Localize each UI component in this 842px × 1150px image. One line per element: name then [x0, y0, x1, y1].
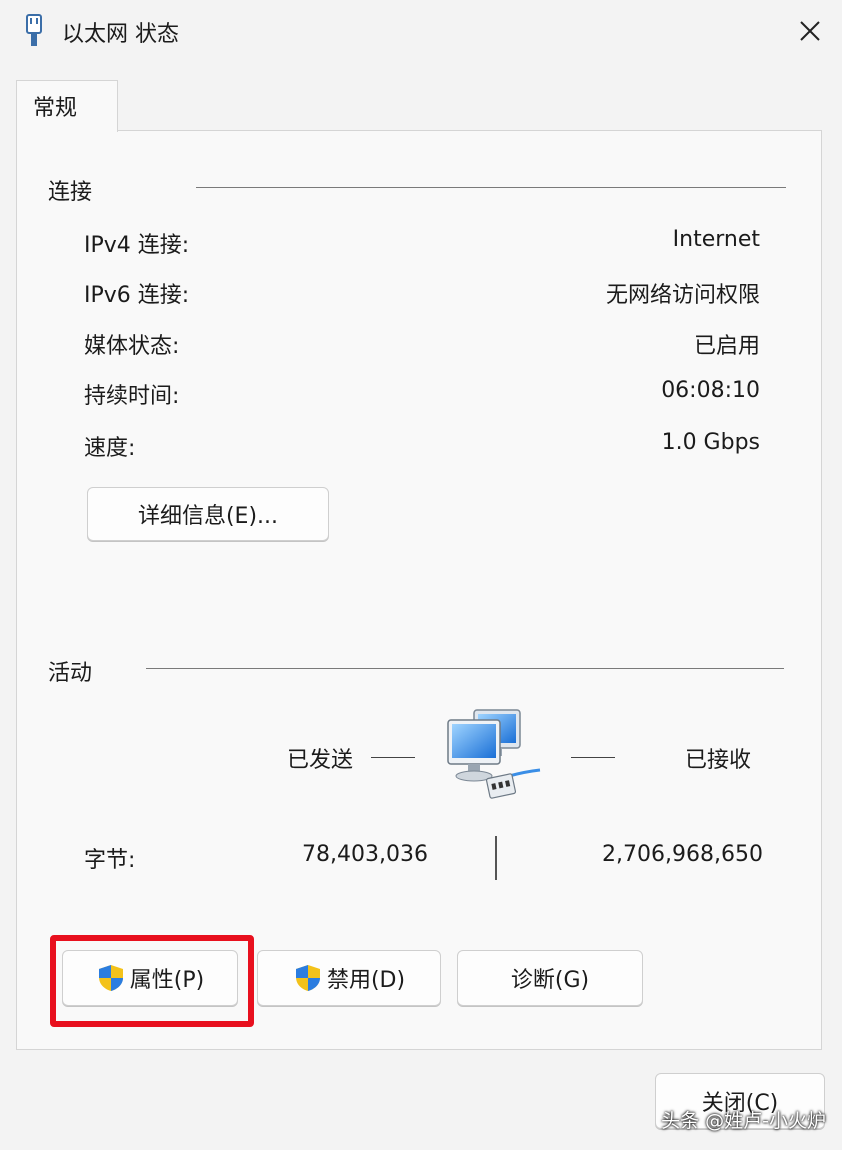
activity-divider	[146, 668, 784, 669]
duration-label: 持续时间:	[84, 384, 180, 409]
close-icon	[800, 21, 820, 41]
details-button-label: 详细信息(E)...	[137, 504, 279, 529]
disable-button[interactable]: 禁用(D)	[257, 950, 441, 1006]
activity-section-title: 活动	[48, 661, 93, 686]
duration-value: 06:08:10	[661, 378, 760, 403]
properties-highlight-box	[50, 935, 254, 1027]
tab-general[interactable]: 常规	[16, 80, 118, 132]
tab-general-label: 常规	[33, 96, 78, 121]
watermark-text: 头条 @姓卢-小火炉	[661, 1110, 826, 1132]
window-title: 以太网 状态	[62, 22, 179, 47]
media-state-value: 已启用	[693, 334, 760, 359]
connection-section-title: 连接	[48, 180, 93, 205]
network-computers-icon	[447, 709, 541, 799]
ethernet-adapter-icon	[26, 14, 42, 46]
ipv6-value: 无网络访问权限	[605, 283, 760, 308]
diagnose-button[interactable]: 诊断(G)	[457, 950, 643, 1006]
sent-label: 已发送	[287, 748, 354, 773]
close-window-button[interactable]	[778, 4, 842, 58]
speed-value: 1.0 Gbps	[661, 430, 760, 455]
speed-label: 速度:	[84, 436, 136, 461]
bytes-sent-value: 78,403,036	[302, 842, 428, 867]
diagnose-button-label: 诊断(G)	[510, 968, 590, 993]
general-tab-panel	[16, 130, 822, 1050]
bytes-separator	[495, 836, 497, 880]
bytes-label: 字节:	[84, 848, 136, 873]
title-bar: 以太网 状态	[0, 0, 842, 64]
ipv4-value: Internet	[672, 227, 760, 252]
details-button[interactable]: 详细信息(E)...	[87, 487, 329, 541]
disable-button-label: 禁用(D)	[326, 968, 406, 993]
uac-shield-icon	[295, 965, 320, 991]
bytes-received-value: 2,706,968,650	[602, 842, 763, 867]
received-label: 已接收	[685, 748, 752, 773]
ipv6-label: IPv6 连接:	[84, 283, 190, 308]
sent-dash	[371, 757, 415, 758]
media-state-label: 媒体状态:	[84, 334, 180, 359]
ipv4-label: IPv4 连接:	[84, 233, 190, 258]
connection-divider	[196, 187, 786, 188]
received-dash	[571, 757, 615, 758]
